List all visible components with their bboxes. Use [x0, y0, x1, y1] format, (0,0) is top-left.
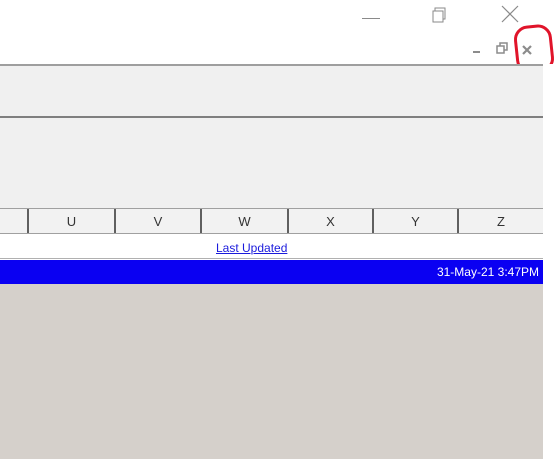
restore-icon	[432, 7, 446, 23]
window-restore-button[interactable]	[432, 7, 446, 23]
column-header-w[interactable]: W	[202, 209, 289, 233]
column-header-v[interactable]: V	[116, 209, 202, 233]
filter-panel	[0, 118, 543, 208]
grid-empty-area	[0, 284, 543, 459]
child-restore-button[interactable]	[492, 38, 512, 58]
column-header-x[interactable]: X	[289, 209, 374, 233]
restore-icon	[496, 42, 508, 54]
column-header-u[interactable]: U	[29, 209, 116, 233]
column-header-partial[interactable]	[0, 209, 29, 233]
child-minimize-button[interactable]	[467, 38, 487, 58]
minimize-icon	[473, 51, 480, 53]
toolbar	[0, 66, 543, 116]
column-header-y[interactable]: Y	[374, 209, 459, 233]
last-updated-timestamp: 31-May-21 3:47PM	[436, 265, 539, 279]
window-close-button[interactable]	[499, 3, 521, 25]
column-header-z[interactable]: Z	[459, 209, 543, 233]
column-header-row: U V W X Y Z	[0, 208, 543, 234]
close-icon	[501, 5, 519, 23]
window-right-edge	[543, 64, 557, 459]
last-updated-link[interactable]: Last Updated	[216, 241, 287, 255]
window-minimize-button[interactable]	[362, 18, 380, 19]
